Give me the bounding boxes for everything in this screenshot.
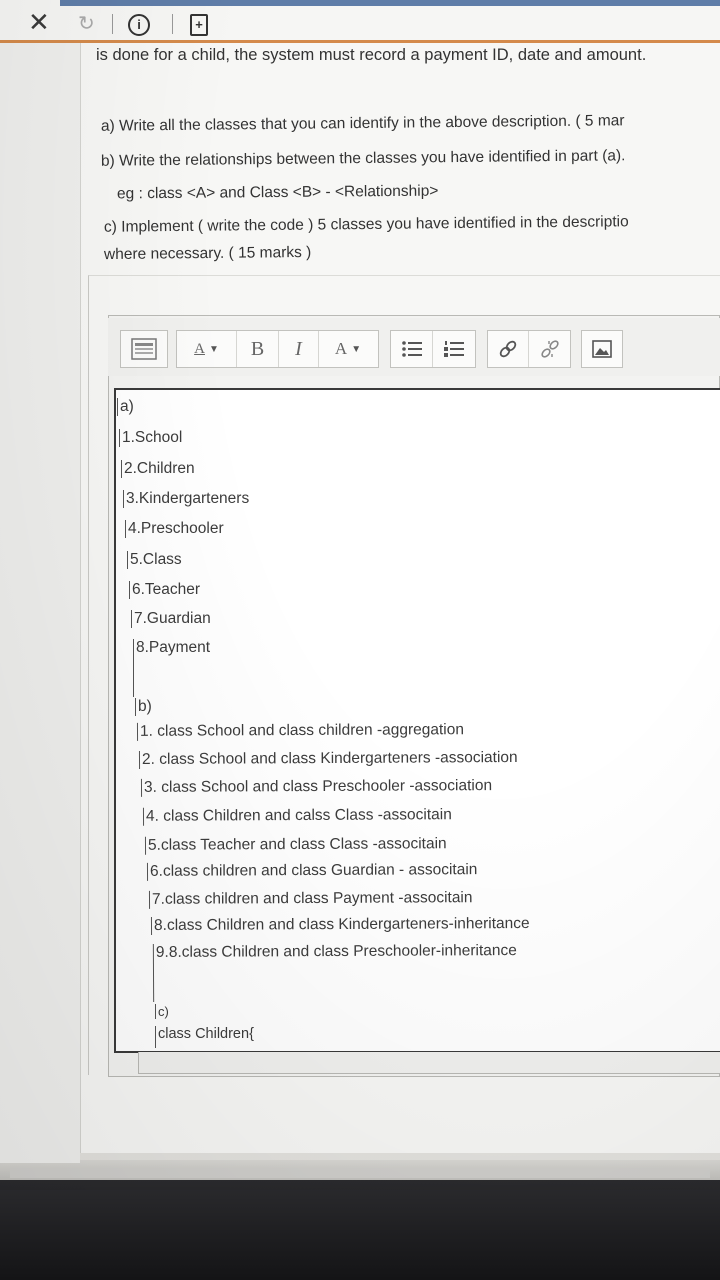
font-size-button[interactable]: A ▼ xyxy=(177,331,237,367)
toolbar-group-toggle xyxy=(120,330,168,368)
toolbar-separator xyxy=(112,14,113,34)
list-item: 7.class children and class Payment -asso… xyxy=(148,889,473,909)
list-item: 5.Class xyxy=(127,551,182,569)
list-item: 4.Preschooler xyxy=(125,520,224,538)
toolbar-group-lists xyxy=(390,330,476,368)
list-item: 6.class children and class Guardian - as… xyxy=(146,861,478,881)
bullet-list-button[interactable] xyxy=(391,331,433,367)
question-example: eg : class <A> and Class <B> - <Relation… xyxy=(116,182,439,203)
question-part-c-marks: where necessary. ( 15 marks ) xyxy=(103,243,312,264)
list-item: 2. class School and class Kindergartener… xyxy=(138,749,518,769)
image-icon xyxy=(592,340,612,358)
chevron-down-icon: ▼ xyxy=(351,343,362,355)
question-intro: is done for a child, the system must rec… xyxy=(96,46,647,64)
code-line: class Children{ xyxy=(155,1026,254,1048)
list-item: 5.class Teacher and class Class -associt… xyxy=(144,835,447,855)
toolbar-group-links xyxy=(487,330,571,368)
unlink-icon xyxy=(540,340,559,358)
toolbar-separator xyxy=(172,14,173,34)
list-item: 1.School xyxy=(119,429,182,447)
list-item: 3.Kindergarteners xyxy=(123,490,249,508)
list-item: 3. class School and class Preschooler -a… xyxy=(140,777,493,797)
toolbar-toggle-icon xyxy=(131,338,157,360)
insert-link-button[interactable] xyxy=(488,331,530,367)
desk-background xyxy=(0,1180,720,1280)
numbered-list-icon xyxy=(444,341,464,357)
italic-button[interactable]: I xyxy=(279,331,319,367)
toolbar-group-format: A ▼ B I A ▼ xyxy=(176,330,379,368)
answer-c-heading: c) xyxy=(155,1004,169,1019)
document-icon[interactable]: + xyxy=(190,14,208,36)
list-item: 7.Guardian xyxy=(131,610,211,628)
editor-footer xyxy=(138,1052,720,1074)
left-margin xyxy=(0,43,80,1163)
list-item: 4. class Children and calss Class -assoc… xyxy=(142,806,452,826)
remove-link-button[interactable] xyxy=(529,331,570,367)
chevron-down-icon: ▼ xyxy=(208,343,219,355)
list-item: 2.Children xyxy=(121,460,195,478)
answer-a-heading: a) xyxy=(117,398,134,416)
top-toolbar xyxy=(0,0,720,42)
horizontal-scrollbar[interactable] xyxy=(10,1168,710,1178)
bold-button[interactable]: B xyxy=(237,331,279,367)
link-icon xyxy=(499,340,517,358)
toolbar-group-media xyxy=(581,330,623,368)
list-item: 8.Payment xyxy=(133,639,210,697)
italic-icon: I xyxy=(295,337,302,360)
font-size-icon: A xyxy=(194,340,205,357)
refresh-icon[interactable]: ↻ xyxy=(78,13,95,33)
list-item: 6.Teacher xyxy=(129,581,200,599)
answer-b-heading: b) xyxy=(135,698,152,716)
numbered-list-button[interactable] xyxy=(433,331,475,367)
list-item: 9.8.class Children and class Preschooler… xyxy=(152,942,518,1002)
font-color-button[interactable]: A ▼ xyxy=(319,331,377,367)
insert-image-button[interactable] xyxy=(582,331,622,367)
list-item: 8.class Children and class Kindergartene… xyxy=(150,915,530,935)
font-color-icon: A xyxy=(334,339,348,358)
info-icon[interactable]: i xyxy=(128,14,150,36)
bold-icon: B xyxy=(250,337,265,360)
bullet-list-icon xyxy=(401,341,422,357)
top-accent-bar xyxy=(60,0,720,6)
list-item: 1. class School and class children -aggr… xyxy=(136,721,465,741)
close-icon[interactable]: ✕ xyxy=(28,10,50,36)
show-more-toolbar-button[interactable] xyxy=(121,331,167,367)
